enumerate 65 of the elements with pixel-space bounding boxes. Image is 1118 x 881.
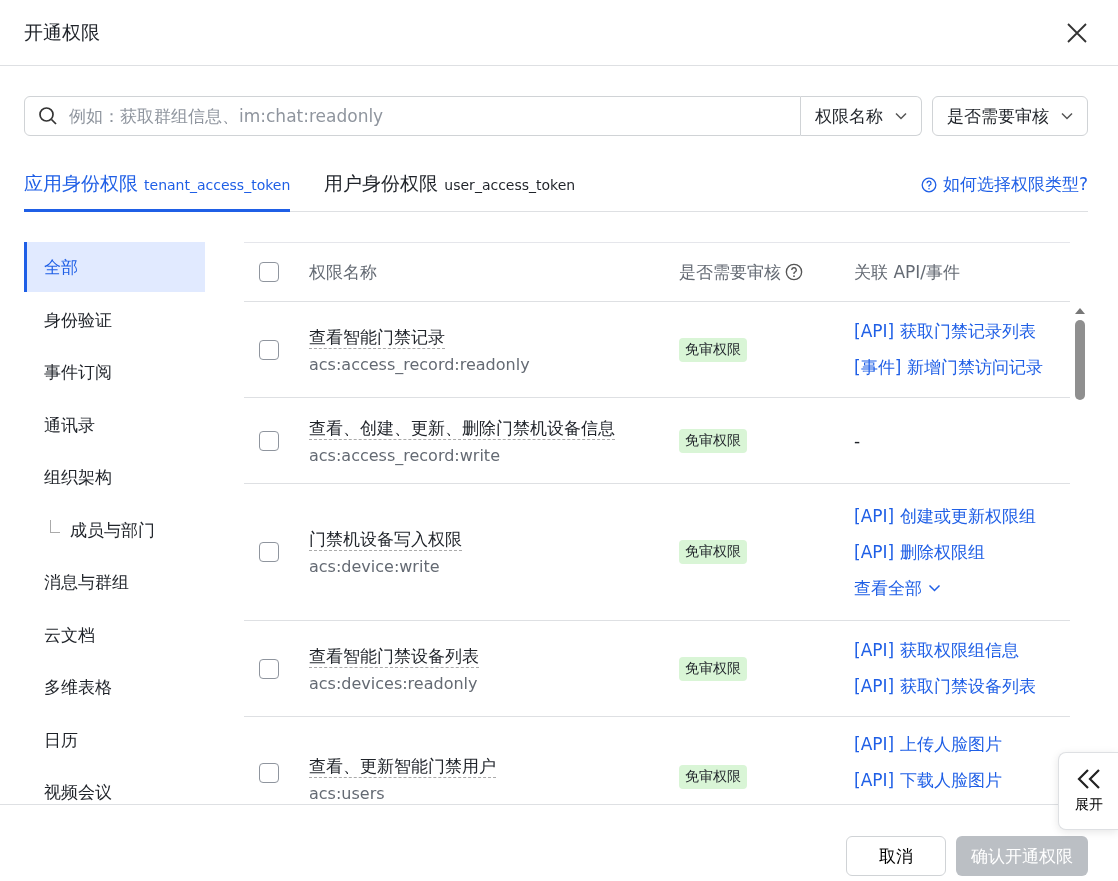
chevron-down-icon: [895, 112, 907, 120]
api-link[interactable]: [API] 获取门禁设备列表: [854, 675, 1036, 698]
sidebar-item[interactable]: 事件订阅: [24, 347, 205, 397]
scrollbar[interactable]: [1074, 306, 1086, 400]
api-link[interactable]: [API] 删除权限组: [854, 540, 985, 564]
help-icon: [920, 176, 937, 193]
permission-code: acs:device:write: [309, 557, 441, 576]
review-badge: 免审权限: [679, 428, 747, 453]
permission-name: 查看智能门禁设备列表: [309, 645, 479, 668]
permission-code: acs:access_record:write: [309, 445, 501, 465]
sidebar-item[interactable]: 云文档: [24, 609, 205, 660]
review-badge: 免审权限: [679, 540, 747, 564]
sidebar-item[interactable]: 视频会议: [24, 767, 205, 804]
view-all-link[interactable]: 查看全部: [854, 576, 941, 600]
review-badge: 免审权限: [679, 337, 747, 362]
sidebar-item[interactable]: 通讯录: [24, 399, 205, 450]
api-link[interactable]: [API] 获取门禁记录列表: [854, 320, 1036, 343]
empty-value: -: [854, 430, 861, 451]
cancel-button[interactable]: 取消: [846, 836, 946, 876]
sidebar-item[interactable]: 消息与群组: [24, 557, 205, 607]
chevron-down-icon: [928, 584, 941, 592]
row-checkbox[interactable]: [259, 542, 279, 562]
help-link[interactable]: 如何选择权限类型?: [920, 158, 1088, 211]
tab[interactable]: 用户身份权限 user_access_token: [324, 158, 576, 212]
sidebar-item[interactable]: 日历: [24, 714, 205, 765]
sidebar-item[interactable]: 组织架构: [24, 452, 205, 502]
permission-name: 查看智能门禁记录: [309, 326, 445, 349]
api-link[interactable]: [API] 下载人脸图片: [854, 769, 1002, 792]
review-filter-dropdown[interactable]: 是否需要审核: [932, 96, 1088, 136]
review-badge: 免审权限: [679, 656, 747, 681]
api-link[interactable]: [API] 创建或更新权限组: [854, 504, 1036, 528]
row-checkbox[interactable]: [259, 763, 279, 783]
row-checkbox[interactable]: [259, 430, 279, 451]
column-header: 权限名称: [309, 260, 378, 284]
column-header: 是否需要审核: [679, 260, 781, 284]
sidebar-item[interactable]: 多维表格: [24, 662, 205, 712]
permission-name: 门禁机设备写入权限: [309, 529, 462, 551]
sidebar-item[interactable]: 身份验证: [24, 294, 205, 345]
search-icon: [38, 106, 58, 126]
help-icon[interactable]: [785, 263, 803, 281]
close-icon[interactable]: [1066, 21, 1088, 44]
expand-button[interactable]: 展开: [1058, 752, 1118, 830]
chevron-down-icon: [1061, 112, 1073, 120]
double-chevron-left-icon: [1075, 768, 1102, 790]
sidebar-item[interactable]: 全部: [24, 242, 205, 292]
row-checkbox[interactable]: [259, 339, 279, 360]
api-link[interactable]: [API] 获取权限组信息: [854, 639, 1019, 662]
sidebar-item[interactable]: 成员与部门: [60, 504, 205, 555]
permission-name: 查看、创建、更新、删除门禁机设备信息: [309, 417, 615, 440]
scroll-up-icon[interactable]: [1074, 306, 1086, 316]
tree-connector-icon: [50, 520, 60, 534]
permission-code: acs:access_record:readonly: [309, 354, 531, 374]
select-all-checkbox[interactable]: [259, 262, 279, 282]
row-checkbox[interactable]: [259, 658, 279, 679]
api-link[interactable]: [事件] 新增门禁访问记录: [854, 356, 1043, 379]
review-badge: 免审权限: [679, 765, 747, 789]
api-link[interactable]: [API] 上传人脸图片: [854, 733, 1002, 756]
dialog-title: 开通权限: [24, 19, 100, 45]
permission-name: 查看、更新智能门禁用户: [309, 756, 496, 778]
tab[interactable]: 应用身份权限 tenant_access_token: [24, 158, 291, 212]
column-header: 关联 API/事件: [854, 260, 962, 284]
permission-code: acs:users: [309, 784, 386, 803]
permission-code: acs:devices:readonly: [309, 673, 479, 693]
scope-dropdown[interactable]: 权限名称: [801, 96, 922, 136]
search-field[interactable]: 例如：获取群组信息、im:chat:readonly: [24, 96, 801, 136]
